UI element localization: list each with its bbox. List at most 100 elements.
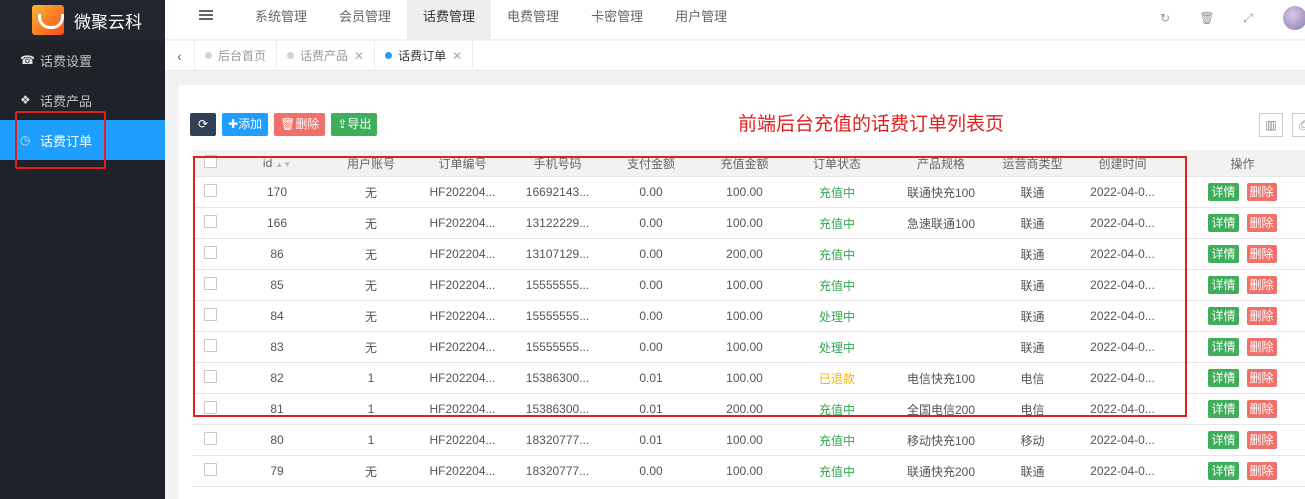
highlight-box-table (193, 156, 1187, 417)
row-checkbox[interactable] (193, 432, 227, 448)
cell-user: 无 (364, 464, 377, 479)
row-delete-button[interactable]: 删除 (1246, 307, 1277, 325)
columns-icon[interactable]: ▥ (1259, 113, 1283, 137)
tab-dot-icon (385, 52, 393, 59)
topnav-item-users[interactable]: 用户管理 (659, 0, 743, 40)
detail-button[interactable]: 详情 (1208, 276, 1239, 294)
cell-product: 联通快充200 (906, 464, 976, 479)
fullscreen-icon[interactable]: ⤢ (1240, 10, 1256, 26)
cell-phone: 18320777... (525, 433, 590, 447)
sidebar-item-label: 话费设置 (40, 54, 93, 70)
cell-created: 2022-04-0... (1090, 433, 1155, 447)
topnav-item-card-codes[interactable]: 卡密管理 (575, 0, 659, 40)
row-delete-button[interactable]: 删除 (1246, 431, 1277, 449)
avatar[interactable] (1283, 6, 1305, 30)
cubes-icon: ❖ (20, 93, 31, 107)
detail-button[interactable]: 详情 (1208, 462, 1239, 480)
cell-actions: 详情 删除 (1180, 369, 1305, 387)
detail-button[interactable]: 详情 (1208, 245, 1239, 263)
refresh-icon[interactable]: ↻ (1157, 10, 1173, 26)
refresh-icon: ⟳ (197, 117, 209, 131)
add-button[interactable]: ✚添加 (222, 113, 269, 136)
tab-label: 后台首页 (218, 49, 267, 63)
export-icon: ⇪ (337, 117, 348, 131)
cell-status: 充值中 (818, 464, 855, 479)
detail-button[interactable]: 详情 (1208, 400, 1239, 418)
tab-dot-icon (287, 52, 295, 59)
row-delete-button[interactable]: 删除 (1246, 462, 1277, 480)
refresh-button[interactable]: ⟳ (190, 113, 216, 136)
phone-icon: ☎ (20, 53, 35, 67)
top-header: 系统管理 会员管理 话费管理 电费管理 卡密管理 用户管理 ↻ 🗑 ⤢ (165, 0, 1305, 40)
tab-phone-products[interactable]: 话费产品 ✕ (277, 40, 376, 71)
detail-button[interactable]: 详情 (1208, 338, 1239, 356)
tab-label: 话费订单 (398, 49, 447, 63)
col-header-actions: 操作 (1230, 156, 1255, 171)
table-toolbar: ⟳ ✚添加 🗑删除 ⇪导出 (190, 113, 383, 136)
cell-actions: 详情 删除 (1180, 214, 1305, 232)
row-delete-button[interactable]: 删除 (1246, 276, 1277, 294)
topnav-item-electricity[interactable]: 电费管理 (491, 0, 575, 40)
delete-button[interactable]: 🗑删除 (274, 113, 326, 136)
topnav-item-phone-bill[interactable]: 话费管理 (407, 0, 492, 40)
menu-toggle-icon[interactable] (199, 10, 213, 24)
cell-paid: 0.00 (639, 464, 663, 478)
trash-icon: 🗑 (280, 117, 296, 131)
cell-id: 80 (270, 433, 284, 447)
add-label: 添加 (238, 117, 263, 131)
cell-amount: 100.00 (726, 464, 763, 478)
cell-product: 移动快充100 (906, 433, 976, 448)
cell-phone: 18320777... (525, 464, 590, 478)
table-row[interactable]: 79 无 HF202204... 18320777... 0.00 100.00 充值中 联通… (193, 456, 1305, 487)
tab-home[interactable]: 后台首页 (195, 40, 278, 71)
row-delete-button[interactable]: 删除 (1246, 338, 1277, 356)
row-delete-button[interactable]: 删除 (1246, 183, 1277, 201)
cell-actions: 详情 删除 (1180, 276, 1305, 294)
table-row[interactable]: 80 1 HF202204... 18320777... 0.01 100.00 充值中 移动… (193, 425, 1305, 456)
detail-button[interactable]: 详情 (1208, 307, 1239, 325)
row-delete-button[interactable]: 删除 (1246, 214, 1277, 232)
cell-created: 2022-04-0... (1090, 464, 1155, 478)
cell-carrier: 移动 (1020, 433, 1045, 448)
row-delete-button[interactable]: 删除 (1246, 369, 1277, 387)
detail-button[interactable]: 详情 (1208, 183, 1239, 201)
logo-text: 微聚云科 (74, 12, 142, 33)
detail-button[interactable]: 详情 (1208, 214, 1239, 232)
topnav-item-system[interactable]: 系统管理 (239, 0, 323, 40)
cell-actions: 详情 删除 (1180, 400, 1305, 418)
cell-user: 1 (367, 433, 375, 447)
trash-icon[interactable]: 🗑 (1199, 10, 1215, 26)
print-icon[interactable]: ⎙ (1292, 113, 1305, 137)
cell-actions: 详情 删除 (1180, 245, 1305, 263)
plus-icon: ✚ (228, 117, 239, 131)
cell-actions: 详情 删除 (1180, 431, 1305, 449)
sidebar-item-phone-settings[interactable]: ☎ 话费设置 (0, 40, 165, 80)
cell-actions: 详情 删除 (1180, 307, 1305, 325)
tab-label: 话费产品 (300, 49, 349, 63)
close-icon[interactable]: ✕ (354, 49, 364, 63)
topnav-item-members[interactable]: 会员管理 (323, 0, 407, 40)
cell-id: 79 (270, 464, 284, 478)
chevron-left-icon[interactable]: ‹ (165, 40, 195, 71)
cell-paid: 0.01 (639, 433, 663, 447)
cell-status: 充值中 (818, 433, 855, 448)
tab-dot-icon (205, 52, 212, 59)
row-delete-button[interactable]: 删除 (1246, 400, 1277, 418)
cell-actions: 详情 删除 (1180, 183, 1305, 201)
cell-amount: 100.00 (726, 433, 763, 447)
detail-button[interactable]: 详情 (1208, 369, 1239, 387)
export-button[interactable]: ⇪导出 (331, 113, 378, 136)
close-icon[interactable]: ✕ (452, 49, 462, 63)
cell-order-no: HF202204... (429, 464, 496, 478)
logo[interactable]: 微聚云科 (0, 0, 165, 40)
tab-phone-orders[interactable]: 话费订单 ✕ (375, 40, 474, 71)
row-delete-button[interactable]: 删除 (1246, 245, 1277, 263)
top-nav: 系统管理 会员管理 话费管理 电费管理 卡密管理 用户管理 (239, 0, 743, 40)
highlight-box-sidebar (15, 111, 106, 169)
tab-bar: ‹ 后台首页 话费产品 ✕ 话费订单 ✕ (165, 40, 1305, 71)
logo-icon (32, 5, 64, 35)
detail-button[interactable]: 详情 (1208, 431, 1239, 449)
row-checkbox[interactable] (193, 463, 227, 479)
export-label: 导出 (347, 117, 372, 131)
cell-actions: 详情 删除 (1180, 462, 1305, 480)
